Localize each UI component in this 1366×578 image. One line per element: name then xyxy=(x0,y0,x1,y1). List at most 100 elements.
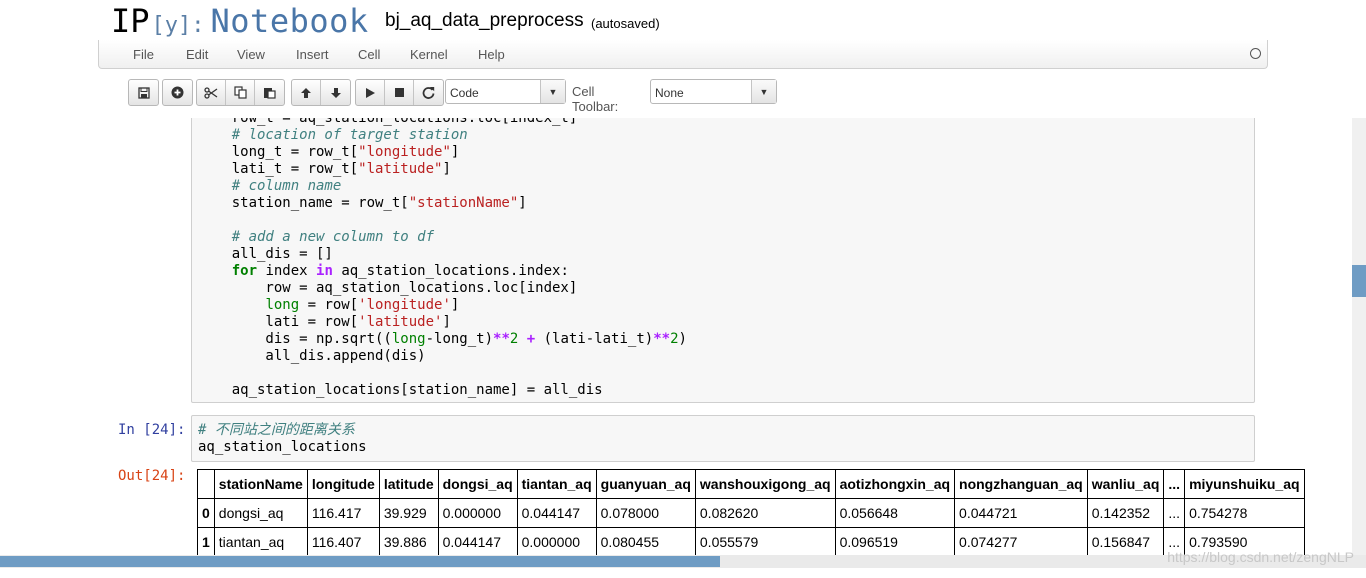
logo-y-text: [y]: xyxy=(151,13,205,38)
code-cell-input[interactable]: # 不同站之间的距离关系 aq_station_locations xyxy=(191,415,1255,462)
insert-cell-button[interactable] xyxy=(163,80,192,105)
horizontal-scrollbar-thumb[interactable] xyxy=(0,556,720,567)
table-cell: ... xyxy=(1163,498,1186,528)
autosave-status: (autosaved) xyxy=(591,16,660,31)
table-header: wanshouxigong_aq xyxy=(694,469,836,499)
stop-icon xyxy=(394,88,404,97)
kernel-status-icon xyxy=(1250,48,1261,59)
table-cell: 0.000000 xyxy=(516,527,597,555)
insert-group xyxy=(162,79,193,106)
vertical-scrollbar[interactable] xyxy=(1352,115,1366,555)
table-header: tiantan_aq xyxy=(516,469,597,499)
move-group xyxy=(291,79,351,106)
stop-button[interactable] xyxy=(385,80,414,105)
table-header: aotizhongxin_aq xyxy=(834,469,956,499)
table-header: wanliu_aq xyxy=(1086,469,1165,499)
move-up-button[interactable] xyxy=(292,80,321,105)
code-area[interactable]: # 不同站之间的距离关系 aq_station_locations xyxy=(198,422,367,456)
cut-icon xyxy=(204,86,218,99)
menu-cell[interactable]: Cell xyxy=(358,47,380,62)
table-header-row: stationName longitude latitude dongsi_aq… xyxy=(197,469,1305,499)
table-cell: tiantan_aq xyxy=(213,527,308,555)
code-cell-input[interactable]: row_t = aq_station_locations.loc[index_t… xyxy=(191,115,1255,403)
table-cell: dongsi_aq xyxy=(213,498,308,528)
table-cell: 0.000000 xyxy=(437,498,518,528)
vertical-scrollbar-thumb[interactable] xyxy=(1352,265,1366,297)
menu-bar: File Edit View Insert Cell Kernel Help xyxy=(98,40,1268,69)
menu-insert[interactable]: Insert xyxy=(296,47,329,62)
table-header: dongsi_aq xyxy=(437,469,518,499)
code-line: long_t = row_t["longitude"] xyxy=(198,144,460,160)
table-header: nongzhanguan_aq xyxy=(954,469,1088,499)
menu-file[interactable]: File xyxy=(133,47,154,62)
menu-help[interactable]: Help xyxy=(478,47,505,62)
code-line: # column name xyxy=(198,178,342,194)
code-line: # add a new column to df xyxy=(198,229,435,245)
code-line: station_name = row_t["stationName"] xyxy=(198,195,527,211)
notebook-main: row_t = aq_station_locations.loc[index_t… xyxy=(0,115,1352,555)
table-cell: 0.044721 xyxy=(954,498,1088,528)
cell-toolbar-value: None xyxy=(655,86,684,100)
save-button[interactable] xyxy=(129,80,158,105)
menu-kernel[interactable]: Kernel xyxy=(410,47,448,62)
table-header xyxy=(197,469,215,499)
cell-toolbar-label: Cell Toolbar: xyxy=(572,84,619,114)
table-cell: 0.096519 xyxy=(834,527,956,555)
table-row: 1 tiantan_aq 116.407 39.886 0.044147 0.0… xyxy=(197,527,1305,555)
table-header: guanyuan_aq xyxy=(595,469,696,499)
ipython-logo[interactable]: IP [y]: Notebook xyxy=(111,2,369,40)
output-prompt: Out[24]: xyxy=(118,468,186,484)
move-up-icon xyxy=(301,87,311,98)
code-line: dis = np.sqrt((long-long_t)**2 + (lati-l… xyxy=(198,331,687,347)
table-cell: 0.142352 xyxy=(1086,498,1165,528)
horizontal-scrollbar[interactable] xyxy=(0,555,1366,568)
cell-type-value: Code xyxy=(450,86,479,100)
row-index: 1 xyxy=(197,527,215,555)
input-prompt: In [24]: xyxy=(118,422,186,438)
table-cell: 0.074277 xyxy=(954,527,1088,555)
table-header: latitude xyxy=(378,469,439,499)
table-cell: 0.044147 xyxy=(516,498,597,528)
copy-button[interactable] xyxy=(226,80,255,105)
cut-button[interactable] xyxy=(197,80,226,105)
code-line: aq_station_locations xyxy=(198,439,367,455)
restart-button[interactable] xyxy=(414,80,443,105)
menu-edit[interactable]: Edit xyxy=(186,47,208,62)
chevron-down-icon: ▼ xyxy=(751,80,776,103)
menu-view[interactable]: View xyxy=(237,47,265,62)
run-button[interactable] xyxy=(356,80,385,105)
move-down-button[interactable] xyxy=(321,80,350,105)
code-line: for index in aq_station_locations.index: xyxy=(231,263,569,279)
cell-toolbar-select[interactable]: None ▼ xyxy=(650,79,777,104)
notebook-name[interactable]: bj_aq_data_preprocess xyxy=(385,10,584,32)
table-cell: 0.080455 xyxy=(595,527,696,555)
table-cell: 39.929 xyxy=(378,498,439,528)
run-group xyxy=(355,79,444,106)
cell-type-select[interactable]: Code ▼ xyxy=(445,79,566,104)
save-icon xyxy=(137,86,150,99)
code-comment: # 不同站之间的距离关系 xyxy=(198,422,355,438)
paste-button[interactable] xyxy=(255,80,284,105)
row-index: 0 xyxy=(197,498,215,528)
code-line: long = row['longitude'] xyxy=(265,297,460,313)
edit-group xyxy=(196,79,285,106)
table-cell: 39.886 xyxy=(378,527,439,555)
watermark: https://blog.csdn.net/zengNLP xyxy=(1167,549,1354,565)
table-header: longitude xyxy=(306,469,380,499)
run-icon xyxy=(365,87,375,98)
chevron-down-icon: ▼ xyxy=(540,80,565,103)
code-line: all_dis = [] xyxy=(198,246,333,262)
move-down-icon xyxy=(330,87,341,98)
copy-icon xyxy=(233,86,247,99)
table-cell: 0.055579 xyxy=(694,527,836,555)
logo-ip-text: IP xyxy=(111,2,150,40)
save-group xyxy=(128,79,159,106)
code-area[interactable]: row_t = aq_station_locations.loc[index_t… xyxy=(198,115,687,399)
table-cell: 0.156847 xyxy=(1086,527,1165,555)
table-header: stationName xyxy=(213,469,308,499)
table-cell: 0.082620 xyxy=(694,498,836,528)
code-line: all_dis.append(dis) xyxy=(198,348,426,364)
code-line: aq_station_locations[station_name] = all… xyxy=(198,382,603,398)
